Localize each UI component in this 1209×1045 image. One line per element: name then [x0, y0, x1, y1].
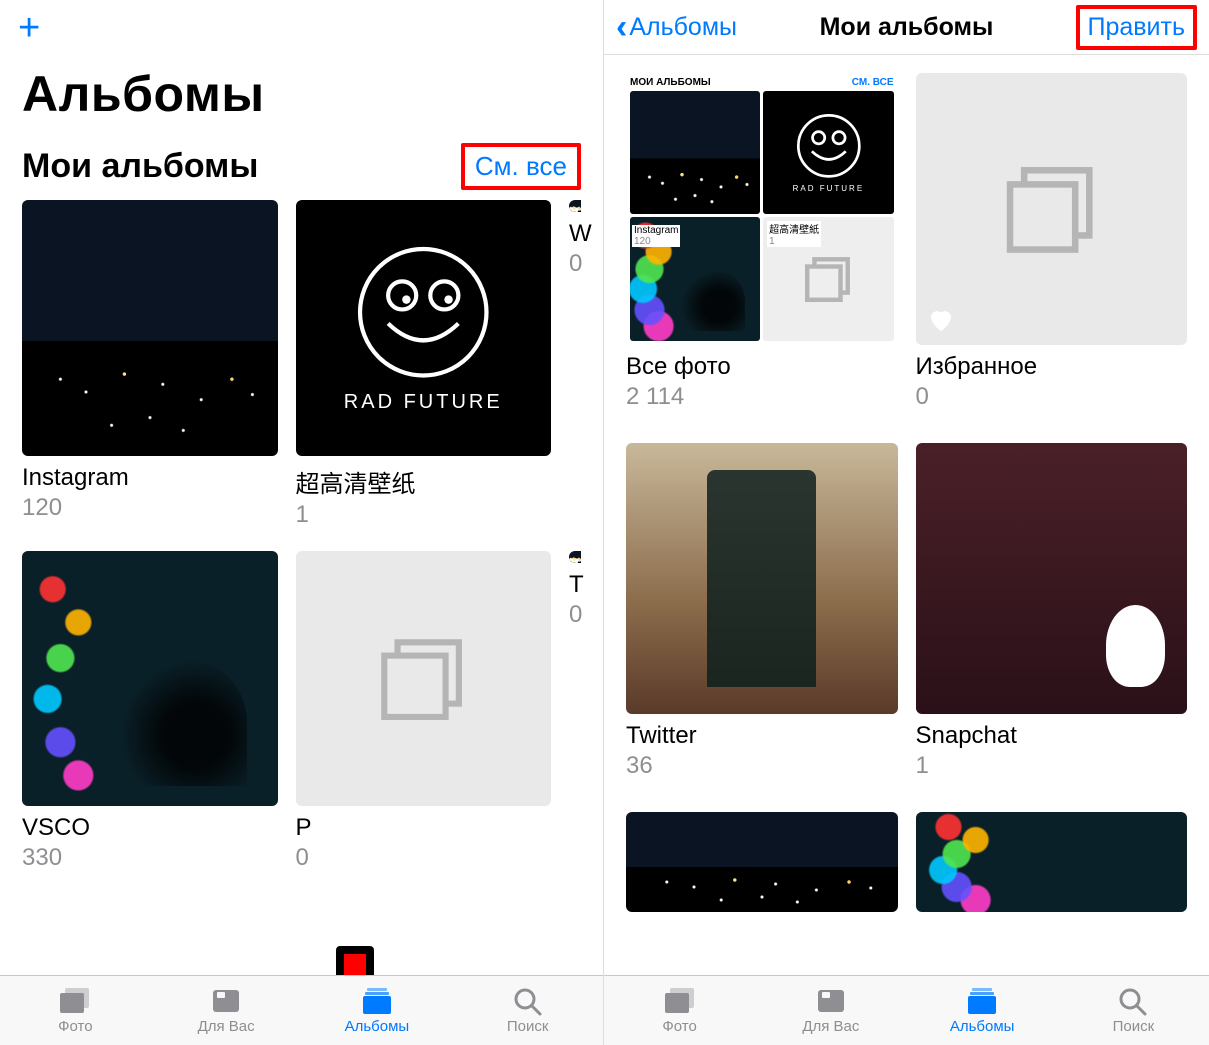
see-all-button[interactable]: См. все [461, 143, 581, 190]
album-name: Instagram [22, 464, 278, 492]
collage-header-right: СМ. ВСЕ [852, 77, 894, 88]
album-count: 1 [916, 752, 1188, 780]
edit-button[interactable]: Править [1076, 5, 1198, 50]
albums-grid-scroll[interactable]: МОИ АЛЬБОМЫ СМ. ВСЕ RAD FUTURE [604, 55, 1209, 975]
tab-label: Для Вас [802, 1018, 859, 1035]
photos-icon [58, 986, 92, 1016]
tab-label: Фото [662, 1018, 696, 1035]
album-favorites[interactable]: Избранное 0 [916, 73, 1188, 425]
empty-album-icon [372, 627, 474, 729]
screen-albums-root: + Альбомы Мои альбомы См. все Instagram … [0, 0, 604, 1045]
tab-search[interactable]: Поиск [452, 976, 603, 1045]
album-peek[interactable] [626, 812, 898, 912]
section-my-albums-header: Мои альбомы См. все [0, 143, 603, 200]
album-thumbnail [916, 812, 1188, 912]
album-thumbnail [296, 551, 552, 807]
back-label: Альбомы [629, 13, 737, 42]
tabbar: Фото Для Вас Альбомы Поиск [0, 975, 603, 1045]
smiley-icon [793, 112, 865, 180]
collage-header-left: МОИ АЛЬБОМЫ [630, 77, 711, 88]
album-name: Snapchat [916, 722, 1188, 750]
tab-label: Поиск [507, 1018, 549, 1035]
album-empty[interactable]: P 0 [296, 551, 552, 887]
album-count: 120 [22, 494, 278, 522]
empty-album-icon [799, 251, 858, 306]
album-name: W [569, 220, 581, 248]
album-name: Twitter [626, 722, 898, 750]
albums-scroll[interactable]: Instagram 120 RAD FUTURE 超高清壁纸 1 [0, 200, 603, 975]
annotation-arrow-down-icon [310, 945, 400, 975]
album-count: 0 [569, 601, 581, 629]
tab-label: Для Вас [198, 1018, 255, 1035]
tab-label: Поиск [1113, 1018, 1155, 1035]
tab-for-you[interactable]: Для Вас [755, 976, 906, 1045]
tab-photos[interactable]: Фото [604, 976, 755, 1045]
tab-label: Фото [58, 1018, 92, 1035]
for-you-icon [814, 986, 848, 1016]
chevron-left-icon: ‹ [616, 10, 627, 44]
tab-search[interactable]: Поиск [1058, 976, 1209, 1045]
tab-for-you[interactable]: Для Вас [151, 976, 302, 1045]
album-name: 超高清壁纸 [296, 464, 552, 499]
empty-album-icon [997, 154, 1106, 263]
search-icon [511, 986, 545, 1016]
tab-albums[interactable]: Альбомы [907, 976, 1058, 1045]
album-thumbnail: МОИ АЛЬБОМЫ СМ. ВСЕ RAD FUTURE [626, 73, 898, 345]
tab-photos[interactable]: Фото [0, 976, 151, 1045]
thumbnail-text: RAD FUTURE [344, 391, 503, 414]
album-snapchat[interactable]: Snapchat 1 [916, 443, 1188, 795]
album-thumbnail [916, 443, 1188, 715]
album-name: T [569, 571, 581, 599]
album-thumbnail [569, 200, 581, 212]
album-thumbnail [626, 812, 898, 912]
album-count: 0 [296, 844, 552, 872]
albums-icon [360, 986, 394, 1016]
screen-my-albums: ‹ Альбомы Мои альбомы Править МОИ АЛЬБОМ… [604, 0, 1209, 1045]
album-thumbnail [916, 73, 1188, 345]
album-wallpaper[interactable]: RAD FUTURE 超高清壁纸 1 [296, 200, 552, 543]
for-you-icon [209, 986, 243, 1016]
page-title: Альбомы [0, 55, 603, 143]
album-vsco[interactable]: VSCO 330 [22, 551, 278, 887]
albums-icon [965, 986, 999, 1016]
section-title: Мои альбомы [22, 147, 258, 186]
photos-icon [663, 986, 697, 1016]
album-thumbnail: RAD FUTURE [296, 200, 552, 456]
back-button[interactable]: ‹ Альбомы [616, 10, 737, 44]
add-album-button[interactable]: + [18, 9, 40, 47]
album-thumbnail [569, 551, 581, 563]
album-peek[interactable]: W 0 [569, 200, 581, 543]
heart-icon [926, 305, 956, 335]
topbar: + [0, 0, 603, 55]
smiley-icon [353, 242, 494, 383]
navbar: ‹ Альбомы Мои альбомы Править [604, 0, 1209, 55]
album-name: Избранное [916, 353, 1188, 381]
tab-label: Альбомы [345, 1018, 410, 1035]
album-count: 0 [569, 250, 581, 278]
album-count: 1 [296, 501, 552, 529]
album-twitter[interactable]: Twitter 36 [626, 443, 898, 795]
album-peek[interactable] [916, 812, 1188, 912]
album-count: 2 114 [626, 383, 898, 411]
tabbar: Фото Для Вас Альбомы Поиск [604, 975, 1209, 1045]
album-name: Все фото [626, 353, 898, 381]
album-name: P [296, 814, 552, 842]
album-count: 330 [22, 844, 278, 872]
album-peek[interactable]: T 0 [569, 551, 581, 887]
album-thumbnail [22, 200, 278, 456]
album-all-photos[interactable]: МОИ АЛЬБОМЫ СМ. ВСЕ RAD FUTURE [626, 73, 898, 425]
search-icon [1116, 986, 1150, 1016]
album-instagram[interactable]: Instagram 120 [22, 200, 278, 543]
album-thumbnail [22, 551, 278, 807]
album-count: 36 [626, 752, 898, 780]
album-thumbnail [626, 443, 898, 715]
tab-albums[interactable]: Альбомы [302, 976, 453, 1045]
tab-label: Альбомы [950, 1018, 1015, 1035]
album-name: VSCO [22, 814, 278, 842]
album-count: 0 [916, 383, 1188, 411]
